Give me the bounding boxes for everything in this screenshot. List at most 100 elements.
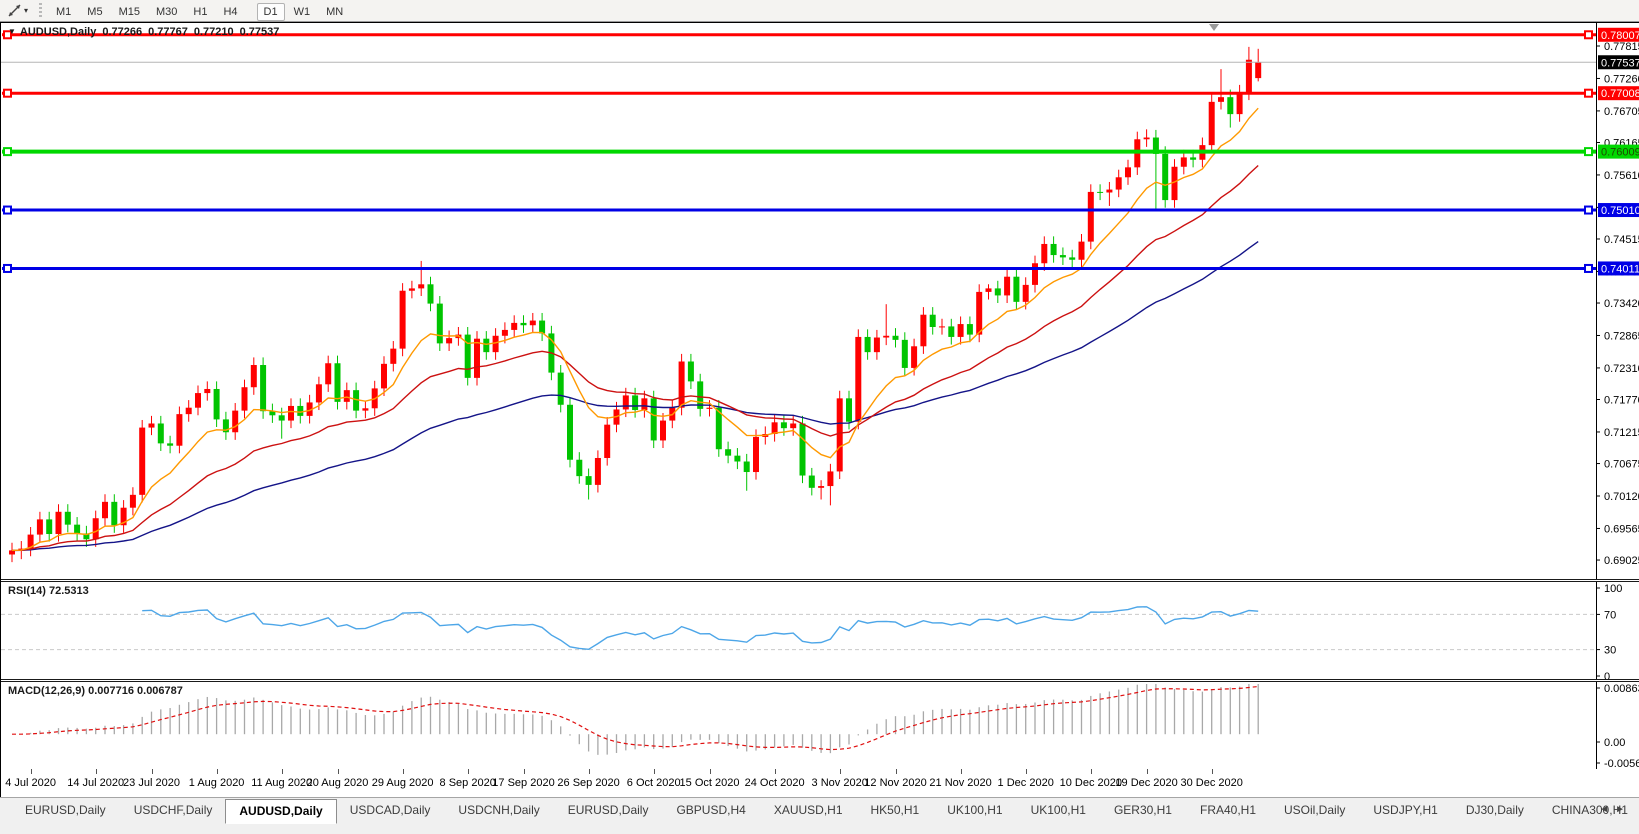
date-label: 6 Oct 2020 [626,777,681,789]
date-label: 4 Jul 2020 [5,777,56,789]
timeframe-button-m30[interactable]: M30 [149,3,184,21]
hline-0.74011[interactable]: 0.74011 [2,261,1639,276]
ma-mid-line [11,164,1259,552]
timeframe-button-d1[interactable]: D1 [256,2,285,21]
date-axis[interactable]: 4 Jul 2020 14 Jul 2020 23 Jul 2020 1 Aug 20… [0,769,1639,797]
date-label: 14 Jul 2020 [67,777,125,789]
date-label: 24 Oct 2020 [744,777,805,789]
date-tick [30,769,32,774]
hline-0.75010[interactable]: 0.75010 [2,203,1639,218]
date-label: 26 Sep 2020 [557,777,620,789]
toolbar-grip-handle[interactable] [39,3,43,18]
date-tick [709,769,711,774]
date-tick [588,769,590,774]
symbol-dropdown-icon[interactable]: ▼ [8,27,16,36]
hline-price-label: 0.78007 [1601,30,1639,42]
chart-tab-eurusd-daily[interactable]: EURUSD,Daily [555,799,662,822]
price-tick-label: 0.75610 [1604,170,1639,182]
rsi-indicator-pane: RSI(14) 72.5313 100 70 30 0 [1,582,1639,679]
current-price-label: 0.77537 [1601,57,1639,69]
tab-scroll-arrows[interactable]: ◄► [1599,804,1631,815]
chart-tab-gbpusd-h4[interactable]: GBPUSD,H4 [663,799,758,822]
chart-tab-dj30-daily[interactable]: DJ30,Daily [1453,799,1537,822]
date-tick [895,769,897,774]
chart-tab-usdchf-daily[interactable]: USDCHF,Daily [121,799,226,822]
quote-low: 0.77210 [193,26,234,38]
timeframe-button-m5[interactable]: M5 [80,3,109,21]
price-tick-label: 0.77260 [1604,73,1639,85]
rsi-line [142,606,1259,651]
date-tick [402,769,404,774]
candlestick-chart[interactable]: 0.778150.772600.767050.761650.756100.750… [1,23,1639,579]
date-tick [960,769,962,774]
date-label: 1 Aug 2020 [188,777,245,789]
date-tick [1146,769,1148,774]
price-tick-label: 0.72865 [1604,330,1639,342]
chart-window: ▼ AUDUSD,Daily 0.77266 0.77767 0.77210 0.7753… [0,22,1639,769]
macd-histogram [20,684,1259,755]
date-tick [1025,769,1027,774]
date-label: 19 Dec 2020 [1115,777,1178,789]
chart-title: ▼ AUDUSD,Daily 0.77266 0.77767 0.77210 0.7753… [8,26,285,38]
date-tick [774,769,776,774]
date-tick [467,769,469,774]
timeframe-button-m15[interactable]: M15 [112,3,147,21]
price-chart-pane[interactable]: ▼ AUDUSD,Daily 0.77266 0.77767 0.77210 0.7753… [1,23,1639,579]
rsi-tick-label: 70 [1604,609,1616,621]
timeframe-button-w1[interactable]: W1 [287,3,318,21]
hline-0.77008[interactable]: 0.77008 [2,86,1639,101]
chart-tab-usoil-daily[interactable]: USOil,Daily [1271,799,1358,822]
timeframe-button-h4[interactable]: H4 [216,3,244,21]
macd-indicator-pane: MACD(12,26,9) 0.007716 0.006787 0.008633… [1,682,1639,769]
price-tick-label: 0.69565 [1604,523,1639,535]
date-label: 21 Nov 2020 [929,777,992,789]
timeframe-button-m1[interactable]: M1 [49,3,78,21]
macd-tick-label: 0.008633 [1604,683,1639,695]
date-label: 10 Dec 2020 [1059,777,1122,789]
timeframe-button-mn[interactable]: MN [319,3,350,21]
chart-tab-hk50-h1[interactable]: HK50,H1 [858,799,933,822]
tab-scroll-left-icon[interactable]: ◄ [1599,804,1615,815]
date-label: 20 Aug 2020 [306,777,369,789]
crosshair-tool-button[interactable]: ▾ [4,2,31,19]
chart-tab-usdjpy-h1[interactable]: USDJPY,H1 [1360,799,1450,822]
hline-0.76009[interactable]: 0.76009 [2,144,1639,159]
timeframe-toolbar: ▾ M1 M5 M15 M30 H1 H4 D1 W1 MN [0,0,1639,22]
rsi-tick-label: 0 [1604,671,1610,679]
date-label: 30 Dec 2020 [1180,777,1243,789]
chart-tab-xauusd-h1[interactable]: XAUUSD,H1 [761,799,856,822]
date-label: 17 Sep 2020 [492,777,555,789]
price-tick-label: 0.76705 [1604,106,1639,118]
date-tick [839,769,841,774]
price-tick-label: 0.74515 [1604,234,1639,246]
rsi-label: RSI(14) 72.5313 [8,585,89,597]
chart-tab-uk100-h1[interactable]: UK100,H1 [1018,799,1099,822]
chart-tab-audusd-daily[interactable]: AUDUSD,Daily [225,799,337,824]
date-label: 29 Aug 2020 [371,777,434,789]
chart-tab-uk100-h1[interactable]: UK100,H1 [934,799,1015,822]
tab-scroll-right-icon[interactable]: ► [1615,804,1631,815]
quote-close: 0.77537 [239,26,280,38]
chart-tab-usdcnh-daily[interactable]: USDCNH,Daily [445,799,552,822]
chart-tab-ger30-h1[interactable]: GER30,H1 [1101,799,1185,822]
price-tick-label: 0.71215 [1604,427,1639,439]
chart-tab-fra40-h1[interactable]: FRA40,H1 [1187,799,1269,822]
price-tick-label: 0.70675 [1604,459,1639,471]
hline-price-label: 0.74011 [1601,263,1639,275]
chevron-down-icon: ▾ [24,5,29,15]
hline-price-label: 0.77008 [1601,88,1639,100]
macd-tick-label: 0.00 [1604,737,1625,749]
price-tick-label: 0.72310 [1604,363,1639,375]
date-label: 11 Aug 2020 [251,777,313,789]
date-tick [1090,769,1092,774]
price-tick-label: 0.77815 [1604,41,1639,53]
chart-tab-bar: ◄► EURUSD,Daily USDCHF,Daily AUDUSD,Daily U… [0,797,1639,834]
date-label: 23 Jul 2020 [123,777,180,789]
date-tick [337,769,339,774]
date-tick [281,769,283,774]
timeframe-button-h1[interactable]: H1 [186,3,214,21]
date-label: 8 Sep 2020 [439,777,496,789]
date-tick [216,769,218,774]
chart-tab-eurusd-daily[interactable]: EURUSD,Daily [12,799,119,822]
chart-tab-usdcad-daily[interactable]: USDCAD,Daily [337,799,444,822]
